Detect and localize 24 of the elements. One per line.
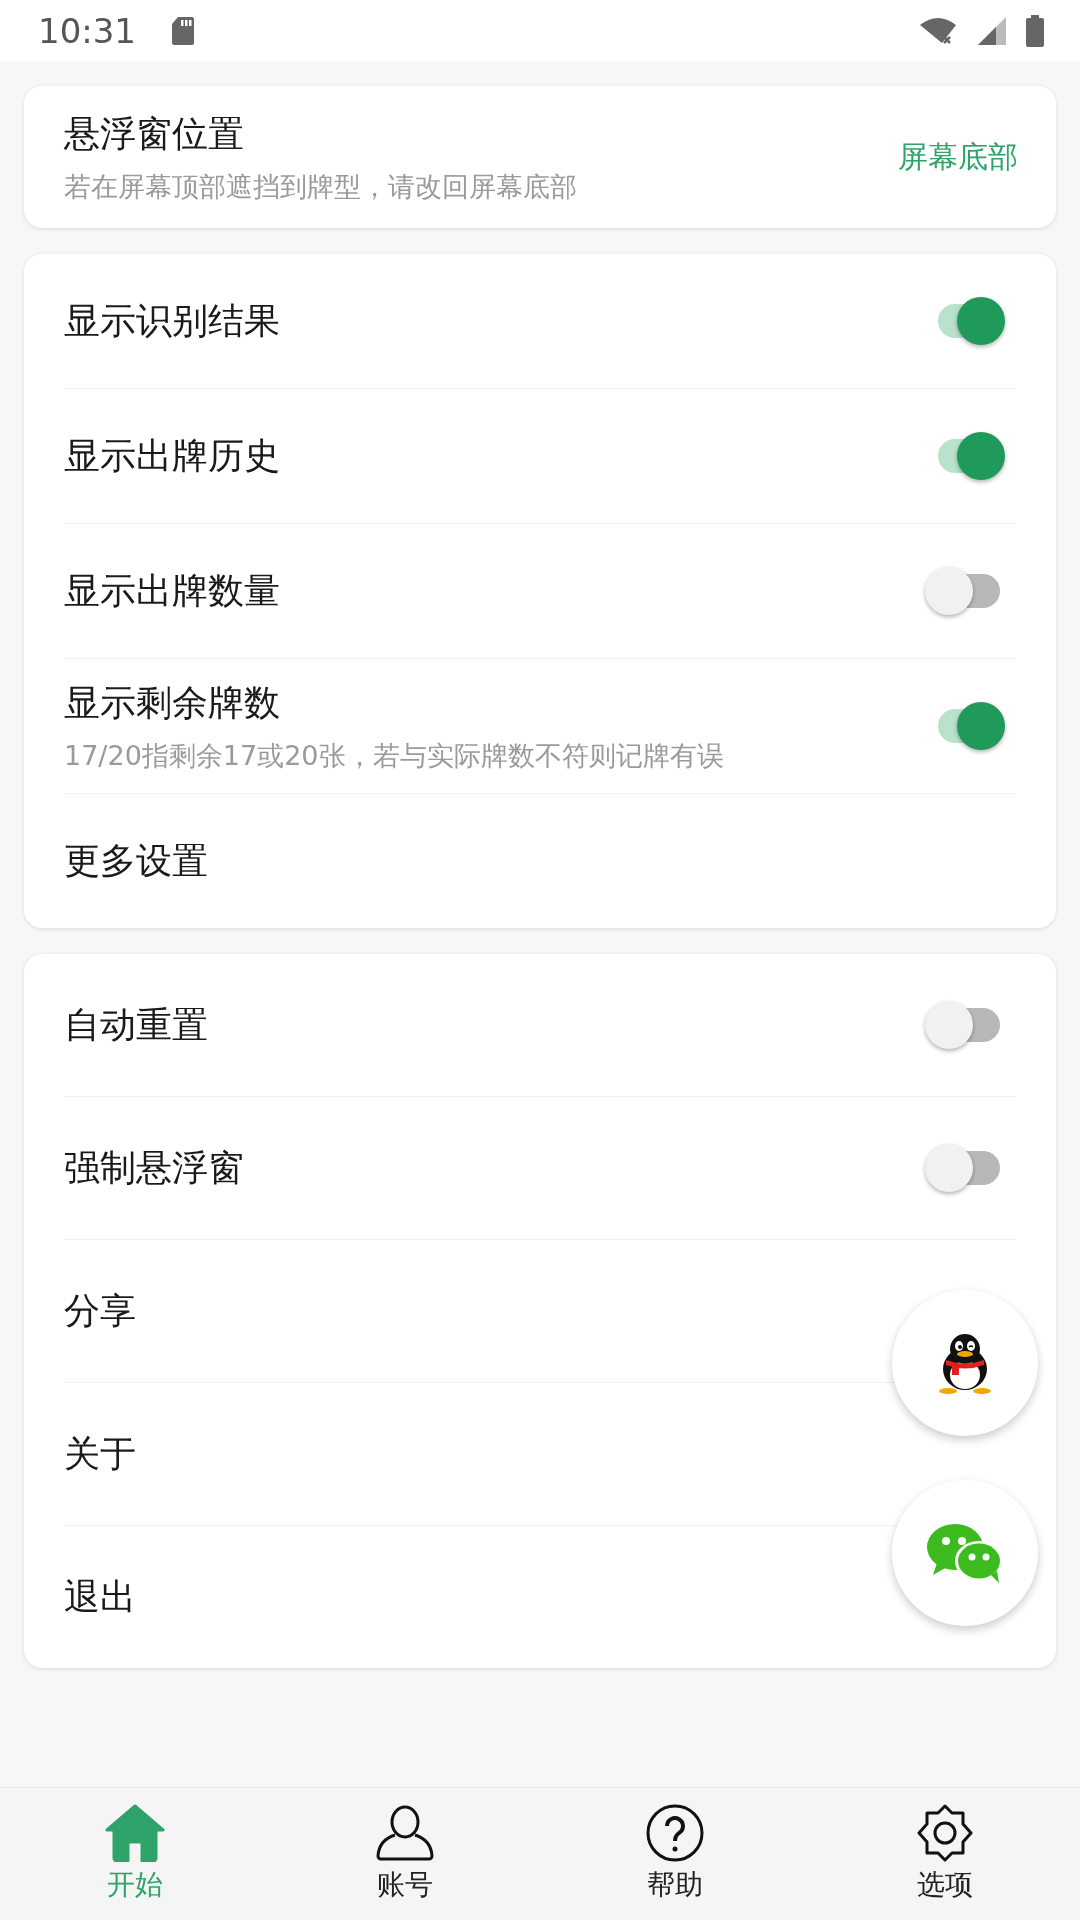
setting-title: 自动重置 [64,1002,208,1047]
battery-icon [1024,14,1046,48]
sd-card-icon [170,15,196,47]
clock-time: 10:31 [38,11,136,51]
setting-title[interactable]: 关于 [64,1429,136,1479]
setting-title: 悬浮窗位置 [64,111,244,156]
setting-title: 显示出牌历史 [64,433,280,478]
home-icon [105,1804,165,1862]
nav-tab[interactable]: 账号 [270,1788,540,1920]
setting-title: 显示剩余牌数 [64,680,280,725]
nav-tab[interactable]: 帮助 [540,1788,810,1920]
setting-description: 若在屏幕顶部遮挡到牌型，请改回屏幕底部 [64,169,577,204]
setting-title[interactable]: 退出 [64,1572,136,1622]
person-icon [375,1804,435,1862]
setting-title: 强制悬浮窗 [64,1145,244,1190]
setting-title: 显示出牌数量 [64,568,280,613]
nav-tab[interactable]: 选项 [810,1788,1080,1920]
setting-title: 显示识别结果 [64,298,280,343]
setting-title[interactable]: 更多设置 [64,836,208,886]
help-icon [645,1804,705,1862]
settings-icon [915,1804,975,1862]
setting-title[interactable]: 分享 [64,1286,136,1336]
penguin-icon [938,1331,992,1395]
setting-description: 17/20指剩余17或20张，若与实际牌数不符则记牌有误 [64,738,724,773]
